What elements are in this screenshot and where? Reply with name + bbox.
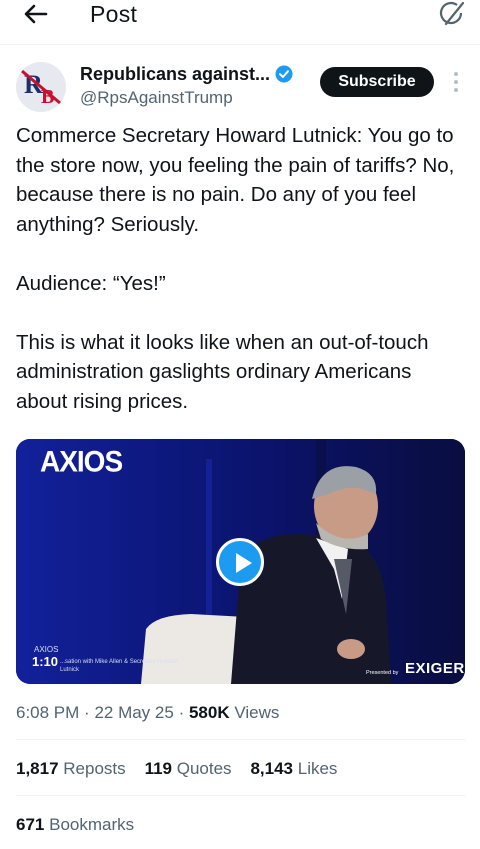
author-handle[interactable]: @RpsAgainstTrump [80, 87, 233, 109]
tweet-paragraph: Audience: “Yes!” [16, 271, 166, 295]
likes-label: Likes [297, 759, 338, 778]
divider [16, 739, 465, 740]
quotes-count: 119 [144, 759, 172, 778]
arrow-left-icon[interactable] [22, 0, 50, 28]
grok-icon[interactable] [436, 0, 466, 28]
verified-badge-icon [275, 65, 293, 83]
more-options-icon[interactable] [450, 68, 462, 96]
republicans-against-logo-icon: R B [16, 62, 66, 112]
sponsor-label: Presented by [366, 670, 399, 676]
views-label: Views [234, 703, 280, 722]
avatar[interactable]: R B [16, 62, 66, 112]
author-name-row[interactable]: Republicans against... [80, 62, 293, 86]
sponsor-logo: EXIGER [405, 660, 465, 677]
quotes-stat[interactable]: 119 Quotes [145, 759, 232, 778]
likes-count: 8,143 [250, 759, 293, 778]
bookmarks-stat[interactable]: 671 Bookmarks [16, 814, 134, 836]
likes-stat[interactable]: 8,143 Likes [250, 759, 337, 778]
post-meta: 6:08 PM · 22 May 25 · 580K Views [16, 702, 279, 724]
meta-separator: · [178, 703, 189, 722]
post-date[interactable]: 22 May 25 [94, 703, 173, 722]
tweet-text: Commerce Secretary Howard Lutnick: You g… [16, 121, 466, 416]
meta-separator: · [84, 703, 95, 722]
tweet-paragraph: Commerce Secretary Howard Lutnick: You g… [16, 124, 461, 236]
header-divider [0, 44, 480, 45]
author-name[interactable]: Republicans against... [80, 62, 270, 86]
post-time[interactable]: 6:08 PM [16, 703, 79, 722]
bookmarks-count: 671 [16, 815, 45, 834]
reposts-stat[interactable]: 1,817 Reposts [16, 759, 126, 778]
divider [16, 795, 465, 796]
play-button[interactable] [216, 538, 264, 586]
bookmarks-label: Bookmarks [49, 815, 135, 834]
reposts-count: 1,817 [16, 759, 59, 778]
top-bar: Post [0, 0, 480, 30]
reposts-label: Reposts [63, 759, 126, 778]
subscribe-button[interactable]: Subscribe [320, 67, 434, 97]
tweet-paragraph: This is what it looks like when an out-o… [16, 330, 435, 413]
views-count: 580K [188, 703, 230, 722]
page-title: Post [90, 1, 138, 27]
axios-logo: AXIOS [40, 445, 123, 478]
quotes-label: Quotes [176, 759, 232, 778]
engagement-stats: 1,817 Reposts 119 Quotes 8,143 Likes [16, 758, 337, 780]
video-duration: 1:10 [32, 654, 59, 669]
video-caption-brand: AXIOS [34, 645, 59, 654]
video-caption: ...sation with Mike Allen & Secretary Ho… [60, 659, 178, 673]
